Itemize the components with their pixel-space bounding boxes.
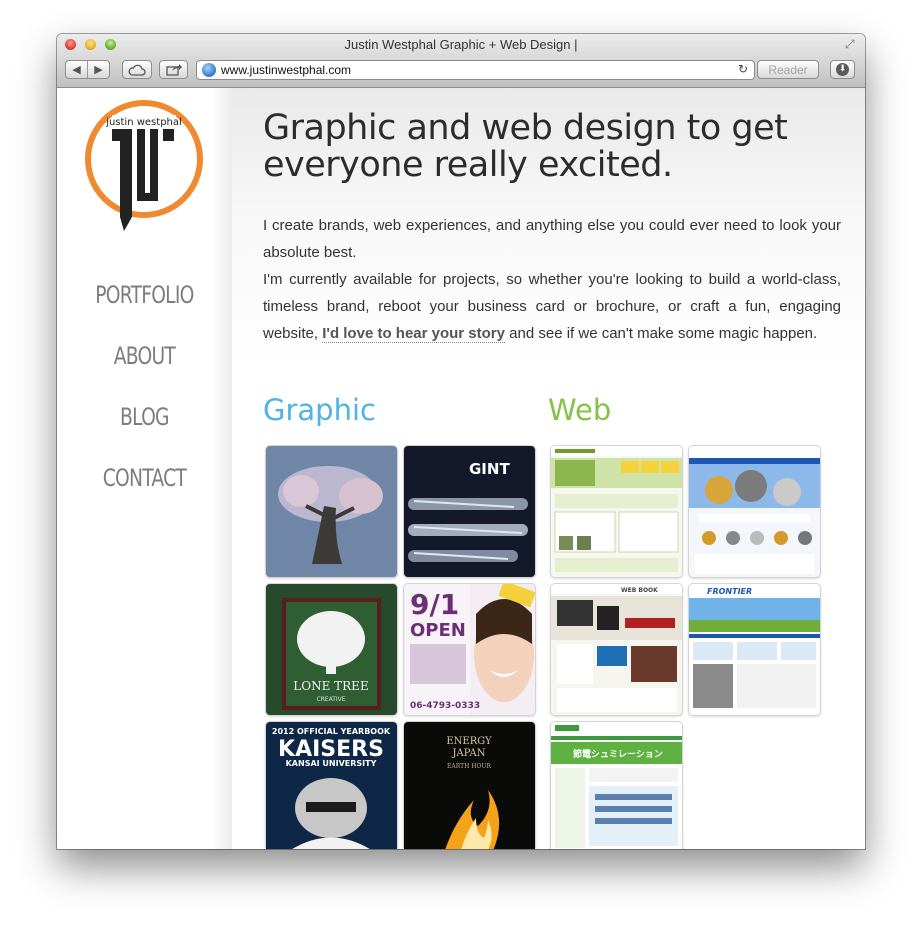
portfolio-thumb-web-green[interactable] [551,446,682,577]
portfolio-thumb-web-frontier[interactable]: FRONTIER [689,584,820,715]
portfolio-thumb-world-tree[interactable] [266,446,397,577]
site-logo[interactable]: justin westphal [82,97,206,233]
open-91-word: OPEN [410,620,466,641]
portfolio-thumb-open-91[interactable]: 9/1 OPEN 06-4793-0333 [404,584,535,715]
kaisers-top-text: 2012 OFFICIAL YEARBOOK [272,727,391,736]
web-section-title: Web [548,393,612,427]
energy-line-3: EARTH HOUR [447,763,491,770]
frontier-logo-text: FRONTIER [707,587,752,596]
web-book-label: WEB BOOK [621,587,658,594]
nav-about[interactable]: ABOUT [76,342,213,370]
energy-japan-artwork: ENERGY JAPAN EARTH HOUR [404,722,535,849]
kaisers-subtitle: KANSAI UNIVERSITY [286,759,377,768]
back-arrow-icon[interactable]: ◀ [66,63,87,76]
main-content: Graphic and web design to get everyone r… [232,88,865,849]
download-icon: ⬇ [836,63,849,76]
open-91-phone: 06-4793-0333 [410,701,480,711]
web-frontier-screenshot: FRONTIER [689,584,820,715]
nav-portfolio[interactable]: PORTFOLIO [76,281,213,309]
fullscreen-icon[interactable]: ⤢ [845,37,859,51]
intro-text: I create brands, web experiences, and an… [263,212,841,347]
back-forward-buttons: ◀ ▶ [65,60,110,79]
title-bar: Justin Westphal Graphic + Web Design | ⤢… [57,34,865,88]
icloud-tabs-button[interactable] [122,60,152,79]
address-bar[interactable]: www.justinwestphal.com ↻ [196,60,755,80]
lone-tree-subtitle: CREATIVE [316,696,345,703]
graphic-section-title: Graphic [263,393,376,427]
portfolio-thumb-web-machinery[interactable] [689,446,820,577]
setsuden-title: 節電シュミレーション [572,748,663,760]
gint-logo-text: GINT [469,460,510,478]
page-headline: Graphic and web design to get everyone r… [263,108,788,185]
web-setsuden-screenshot: 節電シュミレーション [551,722,682,849]
globe-icon [202,63,216,77]
window-title: Justin Westphal Graphic + Web Design | [344,37,578,52]
world-tree-artwork [266,446,397,577]
reload-icon[interactable]: ↻ [738,62,748,76]
portfolio-thumb-lone-tree[interactable]: LONE TREE CREATIVE [266,584,397,715]
lone-tree-title: LONE TREE [293,679,368,693]
reader-button[interactable]: Reader [757,60,819,79]
downloads-button[interactable]: ⬇ [830,60,855,79]
portfolio-thumb-kaisers[interactable]: 2012 OFFICIAL YEARBOOK KAISERS KANSAI UN… [266,722,397,849]
portfolio-thumb-energy-japan[interactable]: ENERGY JAPAN EARTH HOUR [404,722,535,849]
lone-tree-artwork: LONE TREE CREATIVE [266,584,397,715]
portfolio-thumb-gint[interactable]: GINT [404,446,535,577]
sidebar: justin westphal PORTFOLIO ABOUT BLOG CON… [57,88,232,849]
intro-paragraph-2-end: and see if we can't make some magic happ… [504,325,818,342]
kaisers-artwork: 2012 OFFICIAL YEARBOOK KAISERS KANSAI UN… [266,722,397,849]
open-91-date: 9/1 [410,588,459,621]
page-viewport: justin westphal PORTFOLIO ABOUT BLOG CON… [57,88,865,849]
web-green-screenshot [551,446,682,577]
cloud-icon [128,64,146,76]
browser-window: Justin Westphal Graphic + Web Design | ⤢… [57,34,865,849]
nav-contact[interactable]: CONTACT [76,464,213,492]
web-machinery-screenshot [689,446,820,577]
intro-paragraph-1: I create brands, web experiences, and an… [263,217,841,261]
logo-wordmark: justin westphal [105,117,182,128]
portfolio-thumb-web-book[interactable]: WEB BOOK [551,584,682,715]
share-button[interactable] [159,60,188,79]
forward-arrow-icon[interactable]: ▶ [88,63,109,76]
gint-artwork: GINT [404,446,535,577]
open-91-artwork: 9/1 OPEN 06-4793-0333 [404,584,535,715]
energy-line-1: ENERGY [446,736,492,747]
nav-blog[interactable]: BLOG [76,403,213,431]
portfolio-thumb-web-setsuden[interactable]: 節電シュミレーション [551,722,682,849]
url-text[interactable]: www.justinwestphal.com [221,63,351,77]
energy-line-2: JAPAN [451,748,485,759]
web-book-screenshot: WEB BOOK [551,584,682,715]
contact-story-link[interactable]: I'd love to hear your story [322,325,505,343]
share-icon [165,64,182,76]
